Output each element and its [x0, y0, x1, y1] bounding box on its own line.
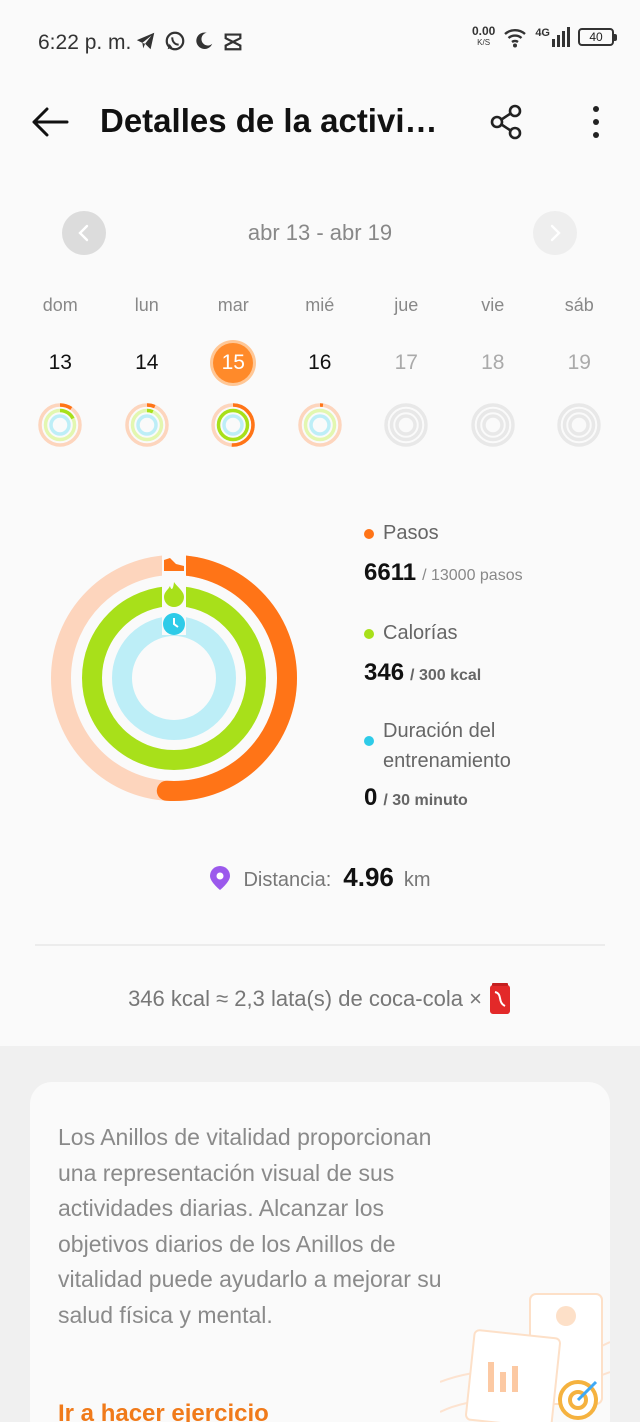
soda-can-icon — [489, 983, 510, 1014]
info-text: Los Anillos de vitalidad proporcionan un… — [58, 1124, 442, 1328]
status-bar: 6:22 p. m. 0.00 K/S 4G 40 — [0, 0, 640, 84]
battery-icon: 40 — [578, 28, 617, 46]
go-exercise-link[interactable]: Ir a hacer ejercicio — [58, 1400, 269, 1422]
day-number: 16 — [308, 351, 332, 374]
day-activity-rings — [557, 403, 601, 447]
training-ring-track — [112, 616, 236, 740]
divider — [35, 944, 605, 946]
chevron-right-icon — [550, 224, 561, 242]
steps-value: 6611 — [364, 559, 417, 586]
training-goal: / 30 minuto — [383, 792, 468, 809]
steps-goal: / 13000 pasos — [422, 567, 523, 584]
week-navigator: abr 13 - abr 19 — [0, 210, 640, 256]
week-days: dom 13 lun 14 mar 15 mié 16 jue 17 vie 1… — [17, 295, 623, 449]
day-number: 13 — [48, 351, 72, 374]
training-value: 0 — [364, 784, 378, 811]
location-pin-icon — [210, 865, 231, 890]
day-wednesday[interactable]: mié 16 — [277, 295, 364, 449]
day-friday[interactable]: vie 18 — [450, 295, 537, 449]
more-options-button[interactable] — [574, 100, 618, 144]
moon-icon — [196, 32, 213, 49]
vitality-rings — [51, 552, 297, 801]
calories-dot — [364, 629, 374, 639]
day-name: sáb — [564, 295, 594, 315]
notification-icons — [135, 30, 244, 52]
distance-label: Distancia: — [243, 869, 332, 891]
day-number: 18 — [481, 351, 505, 374]
day-number: 19 — [567, 351, 591, 374]
day-saturday[interactable]: sáb 19 — [536, 295, 623, 449]
day-name: lun — [134, 295, 159, 315]
net-speed: 0.00 K/S — [471, 24, 496, 47]
vitality-illustration — [440, 1293, 610, 1422]
next-week-button[interactable] — [533, 211, 577, 255]
clock-icon — [163, 613, 185, 635]
day-name: mié — [305, 295, 335, 315]
day-activity-rings — [38, 403, 82, 447]
signal-icon: 4G — [535, 27, 570, 47]
wifi-icon — [504, 29, 527, 48]
equivalence-text: 346 kcal ≈ 2,3 lata(s) de coca-cola × — [128, 986, 482, 1011]
back-button[interactable] — [28, 100, 72, 144]
steps-dot — [364, 529, 374, 539]
day-activity-rings — [298, 403, 342, 447]
status-right-icons: 0.00 K/S 4G 40 — [471, 24, 617, 48]
day-name: jue — [394, 295, 419, 315]
steps-legend: Pasos 6611/ 13000 pasos — [364, 522, 523, 586]
day-number-selected: 15 — [213, 343, 254, 383]
day-tuesday[interactable]: mar 15 — [190, 295, 277, 449]
share-button[interactable] — [484, 100, 528, 144]
day-monday[interactable]: lun 14 — [104, 295, 191, 449]
day-name: vie — [481, 295, 505, 315]
distance-unit: km — [403, 869, 431, 891]
app-header: Detalles de la activi… — [0, 84, 640, 160]
day-thursday[interactable]: jue 17 — [363, 295, 450, 449]
training-legend: Duración del entrenamiento 0/ 30 minuto — [364, 720, 511, 811]
day-activity-rings — [125, 403, 169, 447]
calories-goal: / 300 kcal — [410, 667, 482, 684]
more-vertical-icon — [593, 106, 599, 138]
arrow-left-icon — [32, 107, 69, 137]
share-icon — [490, 104, 522, 140]
training-dot — [364, 736, 374, 746]
distance-value: 4.96 — [343, 862, 394, 892]
day-number: 14 — [135, 351, 159, 374]
distance-row: Distancia: 4.96 km — [0, 862, 640, 893]
info-card: Los Anillos de vitalidad proporcionan un… — [30, 1082, 610, 1422]
calorie-equivalence: 346 kcal ≈ 2,3 lata(s) de coca-cola × — [0, 982, 640, 1016]
day-activity-rings — [211, 403, 255, 447]
whatsapp-icon — [165, 31, 185, 51]
day-number: 17 — [394, 351, 418, 374]
telegram-icon — [136, 32, 155, 50]
day-sunday[interactable]: dom 13 — [17, 295, 104, 449]
day-name: dom — [42, 295, 78, 315]
page-title: Detalles de la activi… — [100, 102, 438, 139]
day-activity-rings — [471, 403, 515, 447]
capcut-icon — [224, 33, 242, 51]
calories-legend: Calorías 346/ 300 kcal — [364, 622, 482, 686]
day-name: mar — [217, 295, 249, 315]
status-time: 6:22 p. m. — [38, 31, 132, 54]
calories-value: 346 — [364, 659, 405, 686]
day-activity-rings — [384, 403, 428, 447]
